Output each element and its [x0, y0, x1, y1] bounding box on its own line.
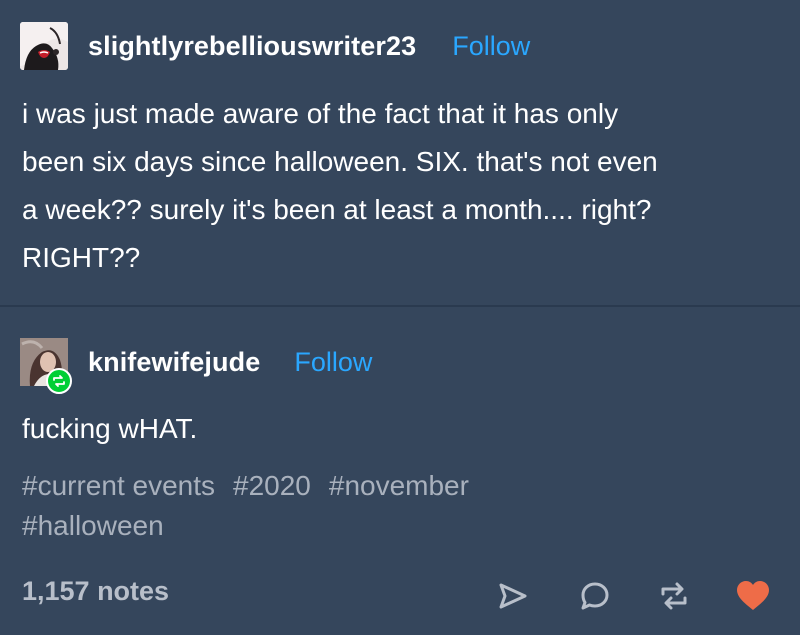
- reblog-badge-icon: [46, 368, 72, 394]
- heart-icon: [737, 581, 769, 610]
- tumblr-post: slightlyrebelliouswriter23 Follow i was …: [0, 0, 800, 635]
- tag[interactable]: #halloween: [22, 510, 164, 541]
- paper-plane-icon: [499, 583, 527, 609]
- reblog-button[interactable]: [654, 574, 694, 618]
- reblog-divider: [0, 305, 800, 307]
- post-text-line: been six days since halloween. SIX. that…: [22, 146, 658, 177]
- tag[interactable]: #current events: [22, 470, 215, 501]
- tag[interactable]: #2020: [233, 470, 311, 501]
- speech-bubble-icon: [581, 582, 609, 610]
- post-text-line: RIGHT??: [22, 242, 141, 273]
- original-post-header: slightlyrebelliouswriter23 Follow: [20, 22, 530, 70]
- reblog-arrows-icon: [661, 582, 687, 610]
- username[interactable]: knifewifejude: [88, 347, 260, 378]
- username[interactable]: slightlyrebelliouswriter23: [88, 31, 416, 62]
- original-post-text: i was just made aware of the fact that i…: [22, 90, 782, 282]
- avatar[interactable]: [20, 22, 68, 70]
- tag[interactable]: #november: [329, 470, 469, 501]
- tag-list: #current events #2020 #november #halloween: [22, 466, 642, 546]
- follow-button[interactable]: Follow: [294, 347, 372, 378]
- reblog-header: knifewifejude Follow: [20, 336, 372, 394]
- post-text-line: a week?? surely it's been at least a mon…: [22, 194, 652, 225]
- follow-button[interactable]: Follow: [452, 31, 530, 62]
- share-button[interactable]: [493, 574, 533, 618]
- reply-button[interactable]: [575, 574, 615, 618]
- avatar[interactable]: [20, 338, 72, 394]
- post-text-line: i was just made aware of the fact that i…: [22, 98, 619, 129]
- avatar-image: [20, 22, 68, 70]
- reblog-text: fucking wHAT.: [22, 413, 198, 444]
- post-actions: [0, 574, 800, 618]
- like-button[interactable]: [733, 574, 773, 618]
